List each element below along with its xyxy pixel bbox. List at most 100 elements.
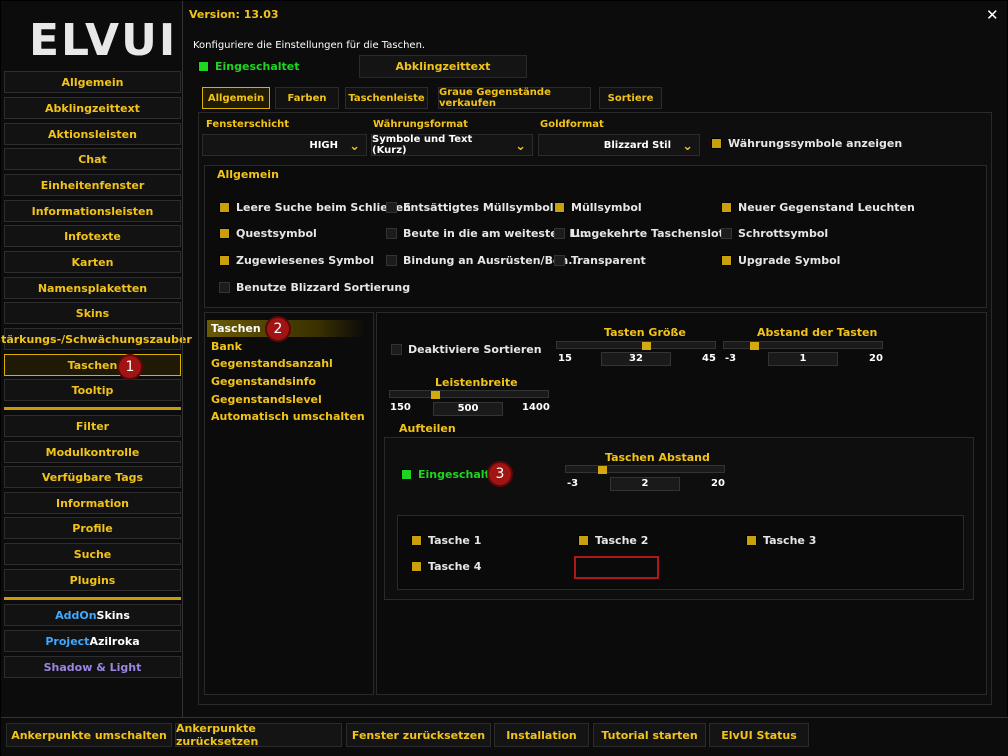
installation-button[interactable]: Installation [494,723,589,747]
currency-icons-toggle[interactable]: Währungssymbole anzeigen [711,137,902,150]
annotation-badge-2: 2 [265,316,291,342]
sidebar-item-tooltip[interactable]: Tooltip [4,379,181,401]
bag-2-toggle[interactable]: Tasche 2 [578,534,648,547]
sidebar-item-plugins[interactable]: Plugins [4,569,181,591]
option-junk-icon[interactable]: Müllsymbol [554,201,642,214]
button-spacing-slider[interactable] [723,341,883,350]
tab-sortiere[interactable]: Sortiere [599,87,662,109]
option-assigned-icon[interactable]: Zugewiesenes Symbol [219,254,374,267]
reset-anchors-button[interactable]: Ankerpunkte zurücksetzen [175,722,342,748]
slider-thumb[interactable] [431,391,440,399]
tab-allgemein[interactable]: Allgemein [202,87,270,109]
split-section-title: Aufteilen [399,422,456,435]
reset-frames-button[interactable]: Fenster zurücksetzen [346,723,491,747]
option-label: Questsymbol [236,227,317,240]
button-spacing-value[interactable]: 1 [768,352,838,366]
sidebar-item-information[interactable]: Information [4,492,181,514]
sidebar-divider [4,597,181,600]
empty-highlight-box [574,556,659,579]
currency-format-dropdown[interactable]: Symbole und Text (Kurz) ⌄ [371,134,533,156]
module-enabled-toggle[interactable]: Eingeschaltet [198,60,300,73]
bag-spacing-slider[interactable] [565,465,725,474]
sidebar-item-chat[interactable]: Chat [4,148,181,170]
option-label: Zugewiesenes Symbol [236,254,374,267]
panel-width-slider[interactable] [389,390,549,399]
sidebar-item-einheitenfenster[interactable]: Einheitenfenster [4,174,181,196]
option-transparent[interactable]: Transparent [554,254,646,267]
tutorial-button[interactable]: Tutorial starten [593,723,706,747]
sidebar-item-namensplaketten[interactable]: Namensplaketten [4,277,181,299]
sidebar-item-auras[interactable]: Stärkungs-/Schwächungszauber [0,328,192,350]
option-upgrade-icon[interactable]: Upgrade Symbol [721,254,840,267]
sidebar-item-taschen[interactable]: Taschen [4,354,181,376]
sidebar-item-informationsleisten[interactable]: Informationsleisten [4,200,181,222]
cooldown-text-button[interactable]: Abklingzeittext [359,55,527,78]
sidebar-item-filter[interactable]: Filter [4,415,181,437]
slider-thumb[interactable] [750,342,759,350]
tree-item-autotoggle[interactable]: Automatisch umschalten [211,410,365,423]
gold-format-dropdown[interactable]: Blizzard Stil ⌄ [538,134,700,156]
sidebar-item-shadow-light[interactable]: Shadow & Light [4,656,181,678]
strata-dropdown[interactable]: HIGH ⌄ [202,134,367,156]
toggle-anchors-button[interactable]: Ankerpunkte umschalten [6,723,172,747]
checkbox-icon [711,138,722,149]
slider-thumb[interactable] [642,342,651,350]
tab-taschenleiste[interactable]: Taschenleiste [345,87,428,109]
elvui-status-button[interactable]: ElvUI Status [709,723,809,747]
sidebar-item-abklingzeittext[interactable]: Abklingzeittext [4,97,181,119]
option-label: Benutze Blizzard Sortierung [236,281,411,294]
sidebar-item-karten[interactable]: Karten [4,251,181,273]
chevron-down-icon: ⌄ [515,139,526,154]
sidebar-item-skins[interactable]: Skins [4,302,181,324]
bag-spacing-value[interactable]: 2 [610,477,680,491]
option-bind-on-equip[interactable]: Bindung an Ausrüsten/Ben... [386,254,581,267]
bag-label: Tasche 4 [428,560,482,573]
checkbox-icon [721,255,732,266]
sidebar-item-tags[interactable]: Verfügbare Tags [4,466,181,488]
currency-format-value: Symbole und Text (Kurz) [372,134,473,156]
option-label: Neuer Gegenstand Leuchten [738,201,915,214]
button-size-slider[interactable] [556,341,716,350]
option-blizzard-sort[interactable]: Benutze Blizzard Sortierung [219,281,410,294]
bag-label: Tasche 2 [595,534,649,547]
general-section-title: Allgemein [217,168,279,181]
tree-item-bank[interactable]: Bank [211,340,242,353]
option-clear-search[interactable]: Leere Suche beim Schließen [219,201,411,214]
checkbox-icon [219,255,230,266]
option-new-item-glow[interactable]: Neuer Gegenstand Leuchten [721,201,915,214]
sidebar-divider [4,407,181,410]
option-desaturate-junk[interactable]: Entsättigtes Müllsymbol [386,201,554,214]
sidebar-item-allgemein[interactable]: Allgemein [4,71,181,93]
sidebar-item-suche[interactable]: Suche [4,543,181,565]
sidebar-item-infotexte[interactable]: Infotexte [4,225,181,247]
option-scrap-icon[interactable]: Schrottsymbol [721,227,828,240]
button-size-value[interactable]: 32 [601,352,671,366]
tree-item-level[interactable]: Gegenstandslevel [211,393,322,406]
bag-1-toggle[interactable]: Tasche 1 [411,534,481,547]
option-quest-icon[interactable]: Questsymbol [219,227,317,240]
tree-item-taschen[interactable]: Taschen [211,322,261,335]
disable-sort-toggle[interactable]: Deaktiviere Sortieren [391,343,542,356]
sidebar-item-addonskins[interactable]: AddOn Skins [4,604,181,626]
bag-spacing-min: -3 [567,478,579,489]
slider-thumb[interactable] [598,466,607,474]
button-size-label: Tasten Größe [604,326,686,339]
bag-label: Tasche 3 [763,534,817,547]
currency-icons-label: Währungssymbole anzeigen [728,137,903,150]
sidebar-item-azilroka[interactable]: Project Azilroka [4,630,181,652]
option-reverse-slots[interactable]: Umgekehrte Taschenslots [554,227,730,240]
bag-3-toggle[interactable]: Tasche 3 [746,534,816,547]
tree-item-count[interactable]: Gegenstandsanzahl [211,357,333,370]
button-size-max: 45 [702,353,716,364]
sidebar-item-modulkontrolle[interactable]: Modulkontrolle [4,441,181,463]
tree-item-info[interactable]: Gegenstandsinfo [211,375,316,388]
sidebar-item-aktionsleisten[interactable]: Aktionsleisten [4,123,181,145]
panel-width-value[interactable]: 500 [433,402,503,416]
close-icon[interactable]: ✕ [986,6,999,24]
tab-graue-gegenstaende[interactable]: Graue Gegenstände verkaufen [438,87,591,109]
bag-4-toggle[interactable]: Tasche 4 [411,560,481,573]
tab-farben[interactable]: Farben [275,87,339,109]
sidebar-item-profile[interactable]: Profile [4,517,181,539]
option-label: Transparent [571,254,646,267]
checkbox-icon [554,202,565,213]
